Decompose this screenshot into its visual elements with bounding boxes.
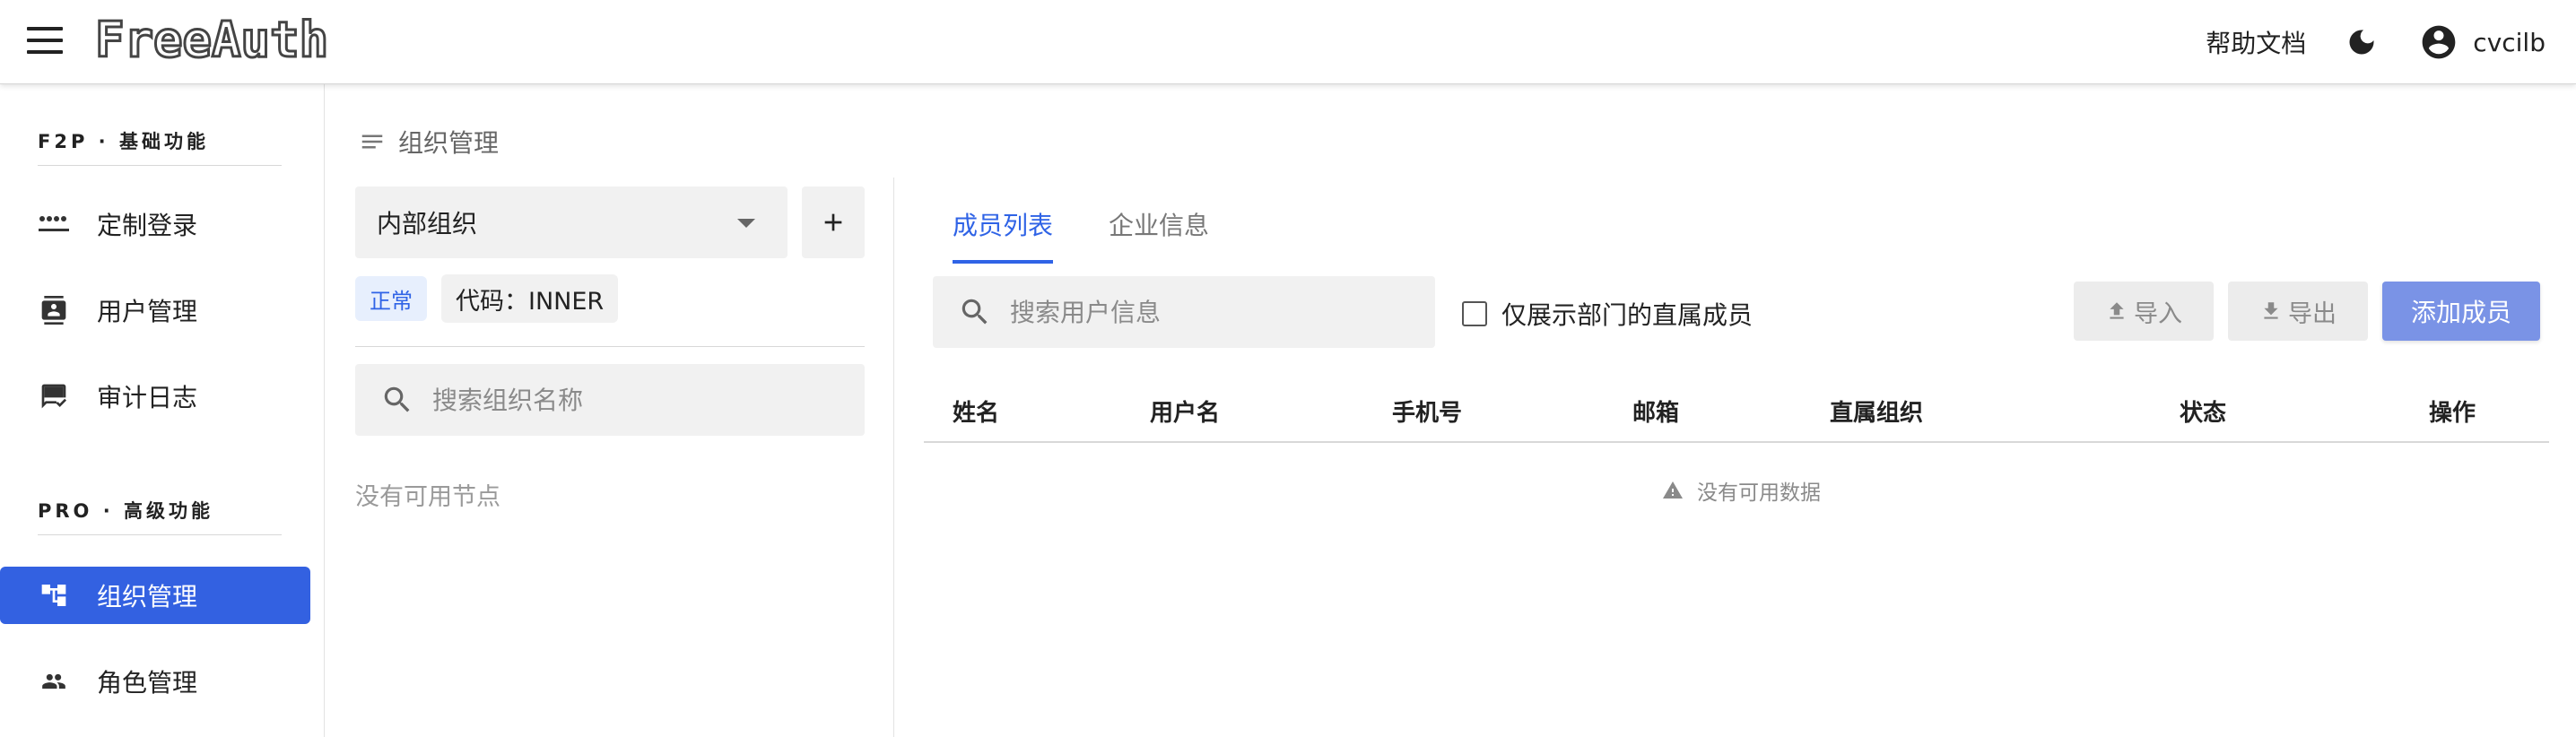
- export-label: 导出: [2288, 299, 2337, 328]
- user-search-input[interactable]: [1010, 297, 1423, 327]
- add-member-button[interactable]: 添加成员: [2382, 282, 2540, 341]
- download-icon: [2264, 302, 2278, 319]
- org-search-input[interactable]: [432, 385, 809, 415]
- org-select[interactable]: 内部组织: [355, 186, 788, 258]
- people-icon: [38, 665, 70, 698]
- sidebar-item-label: 审计日志: [97, 383, 198, 412]
- divider: [355, 346, 865, 347]
- empty-table-message: 没有可用数据: [1661, 475, 1821, 506]
- sidebar-item-audit-log[interactable]: 审计日志: [0, 368, 310, 425]
- contact-card-icon: [38, 294, 70, 326]
- menu-icon[interactable]: [27, 27, 63, 56]
- tab-member-list[interactable]: 成员列表: [936, 188, 1069, 264]
- sidebar-item-label: 用户管理: [97, 297, 198, 326]
- search-icon: [962, 299, 988, 325]
- column-header-name[interactable]: 姓名: [953, 395, 999, 428]
- status-badge: 正常: [355, 276, 427, 321]
- column-header-username[interactable]: 用户名: [1150, 395, 1220, 428]
- empty-tree-text: 没有可用节点: [355, 483, 500, 511]
- app-header: FreeAuth 帮助文档 cvcilb: [0, 0, 2576, 84]
- plus-icon: [824, 213, 842, 231]
- org-tree-icon: [38, 579, 70, 611]
- chevron-down-icon: [737, 219, 755, 228]
- column-header-status[interactable]: 状态: [2180, 395, 2226, 428]
- sidebar-item-role-management[interactable]: 角色管理: [0, 653, 310, 710]
- sidebar-item-org-management[interactable]: 组织管理: [0, 567, 310, 624]
- empty-table-text: 没有可用数据: [1697, 481, 1821, 505]
- org-select-value: 内部组织: [377, 209, 478, 238]
- import-label: 导入: [2134, 299, 2182, 328]
- column-header-email[interactable]: 邮箱: [1632, 395, 1679, 428]
- password-dots-icon: [38, 208, 70, 240]
- tab-bar: 成员列表 企业信息: [936, 188, 1249, 264]
- sidebar-item-label: 组织管理: [97, 582, 198, 611]
- checkbox[interactable]: [1462, 301, 1487, 326]
- help-docs-link[interactable]: 帮助文档: [2206, 24, 2306, 60]
- username: cvcilb: [2473, 27, 2546, 57]
- header-actions: 帮助文档 cvcilb: [2206, 0, 2546, 84]
- add-org-button[interactable]: [802, 186, 865, 258]
- warning-icon: [1663, 481, 1683, 499]
- account-circle-icon: [2422, 25, 2456, 59]
- breadcrumb: 组织管理: [359, 124, 499, 160]
- direct-members-checkbox[interactable]: 仅展示部门的直属成员: [1462, 296, 1753, 332]
- upload-icon: [2110, 302, 2124, 319]
- tab-enterprise-info[interactable]: 企业信息: [1092, 188, 1225, 264]
- column-header-actions: 操作: [2429, 400, 2476, 427]
- list-icon: [361, 134, 383, 149]
- column-header-phone[interactable]: 手机号: [1392, 395, 1462, 428]
- app-logo[interactable]: FreeAuth: [93, 11, 329, 70]
- section-divider: [38, 534, 282, 535]
- org-search-box[interactable]: [355, 364, 865, 436]
- export-button[interactable]: 导出: [2228, 282, 2368, 341]
- section-title-basic: F2P · 基础功能: [38, 131, 209, 152]
- sidebar-item-label: 角色管理: [97, 668, 198, 698]
- dark-mode-toggle-icon[interactable]: [2344, 24, 2380, 60]
- section-divider: [38, 165, 282, 166]
- column-header-org[interactable]: 直属组织: [1830, 395, 1923, 428]
- sidebar-item-user-management[interactable]: 用户管理: [0, 282, 310, 339]
- table-header: 姓名 用户名 手机号 邮箱 直属组织 状态 操作: [924, 369, 2549, 443]
- search-icon: [384, 386, 410, 412]
- user-menu[interactable]: cvcilb: [2419, 22, 2546, 62]
- org-code-badge: 代码：INNER: [441, 274, 619, 323]
- user-search-box[interactable]: [933, 276, 1435, 348]
- page-title: 组织管理: [398, 128, 500, 158]
- sidebar-item-custom-login[interactable]: 定制登录: [0, 195, 310, 253]
- panel-divider: [893, 178, 894, 737]
- checkbox-label: 仅展示部门的直属成员: [1501, 300, 1754, 330]
- import-button[interactable]: 导入: [2074, 282, 2214, 341]
- section-title-pro: PRO · 高级功能: [38, 500, 214, 522]
- review-chat-icon: [38, 380, 70, 412]
- sidebar: F2P · 基础功能 定制登录 用户管理 审计日志 PRO · 高级功能 组织管…: [0, 84, 325, 737]
- sidebar-item-label: 定制登录: [97, 211, 198, 240]
